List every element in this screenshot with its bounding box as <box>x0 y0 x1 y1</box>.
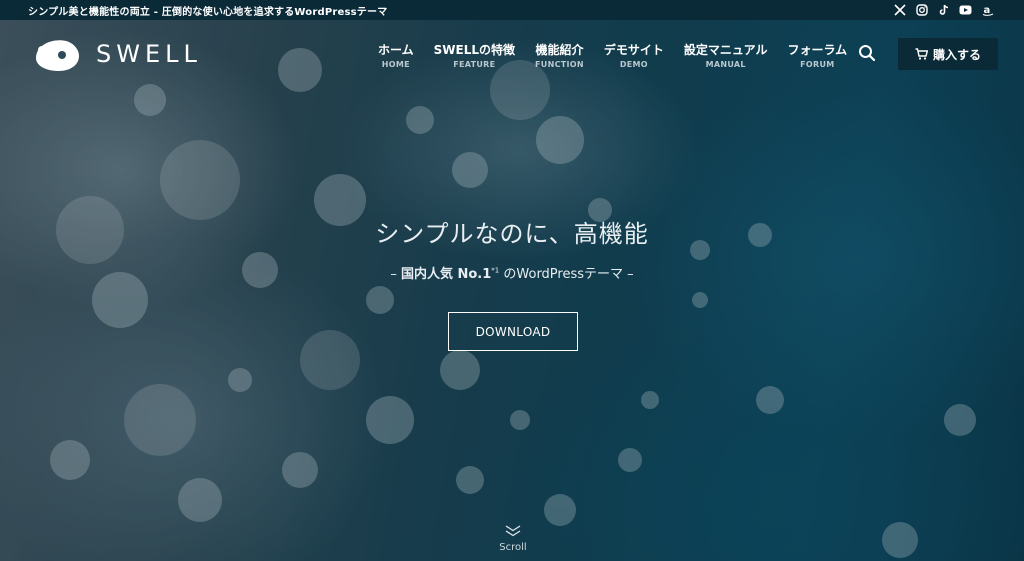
search-icon[interactable] <box>858 44 876 62</box>
hero-subtitle: – 国内人気 No.1*1 のWordPressテーマ – <box>0 263 1024 282</box>
nav-sublabel: FEATURE <box>453 60 496 69</box>
nav-sublabel: HOME <box>381 60 410 69</box>
nav-label: デモサイト <box>603 43 664 57</box>
x-icon[interactable] <box>893 4 906 17</box>
buy-button-label: 購入する <box>932 47 981 62</box>
instagram-icon[interactable] <box>915 4 928 17</box>
nav-item-home[interactable]: ホーム HOME <box>368 41 424 69</box>
svg-text:a: a <box>983 5 990 16</box>
amazon-icon[interactable]: a <box>981 4 994 17</box>
scroll-indicator[interactable]: Scroll <box>492 522 534 553</box>
nav-sublabel: DEMO <box>619 60 648 69</box>
nav-label: 機能紹介 <box>535 43 584 57</box>
site-tagline: シンプル美と機能性の両立 - 圧倒的な使い心地を追求するWordPressテーマ <box>28 6 388 18</box>
hero-title: シンプルなのに、高機能 <box>375 220 649 248</box>
hero-subtitle-text: のWordPressテーマ <box>499 267 624 282</box>
nav-item-forum[interactable]: フォーラム FORUM <box>778 41 858 69</box>
nav-item-manual[interactable]: 設定マニュアル MANUAL <box>674 41 778 69</box>
site-header: SWELL ホーム HOME SWELLの特徴 FEATURE 機能紹介 FUN… <box>0 20 1024 84</box>
nav-label: ホーム <box>378 43 414 57</box>
nav-label: 設定マニュアル <box>683 43 768 57</box>
buy-button[interactable]: 購入する <box>898 38 998 70</box>
cart-icon <box>915 48 928 60</box>
nav-item-demo[interactable]: デモサイト DEMO <box>594 41 674 69</box>
hero-subtitle-highlight: 国内人気 No.1 <box>400 267 492 282</box>
logo-text: SWELL <box>96 40 202 68</box>
dash-right: – <box>627 267 634 282</box>
nav-label: SWELLの特徴 <box>433 43 516 57</box>
site-logo[interactable]: SWELL <box>32 36 202 72</box>
nav-sublabel: MANUAL <box>705 60 746 69</box>
nav-label: フォーラム <box>787 43 848 57</box>
nav-item-feature[interactable]: SWELLの特徴 FEATURE <box>424 41 525 69</box>
chevron-down-icon <box>505 525 521 537</box>
social-links: a <box>893 4 994 17</box>
download-button[interactable]: DOWNLOAD <box>448 312 578 351</box>
nav-sublabel: FORUM <box>800 60 835 69</box>
tiktok-icon[interactable] <box>937 4 950 17</box>
scroll-label: Scroll <box>499 542 527 553</box>
main-nav: ホーム HOME SWELLの特徴 FEATURE 機能紹介 FUNCTION … <box>368 41 857 69</box>
nav-item-function[interactable]: 機能紹介 FUNCTION <box>525 41 594 69</box>
top-bar: シンプル美と機能性の両立 - 圧倒的な使い心地を追求するWordPressテーマ… <box>0 0 1024 20</box>
dash-left: – <box>390 267 397 282</box>
youtube-icon[interactable] <box>959 4 972 17</box>
nav-sublabel: FUNCTION <box>535 60 584 69</box>
swell-logo-icon <box>36 40 79 71</box>
